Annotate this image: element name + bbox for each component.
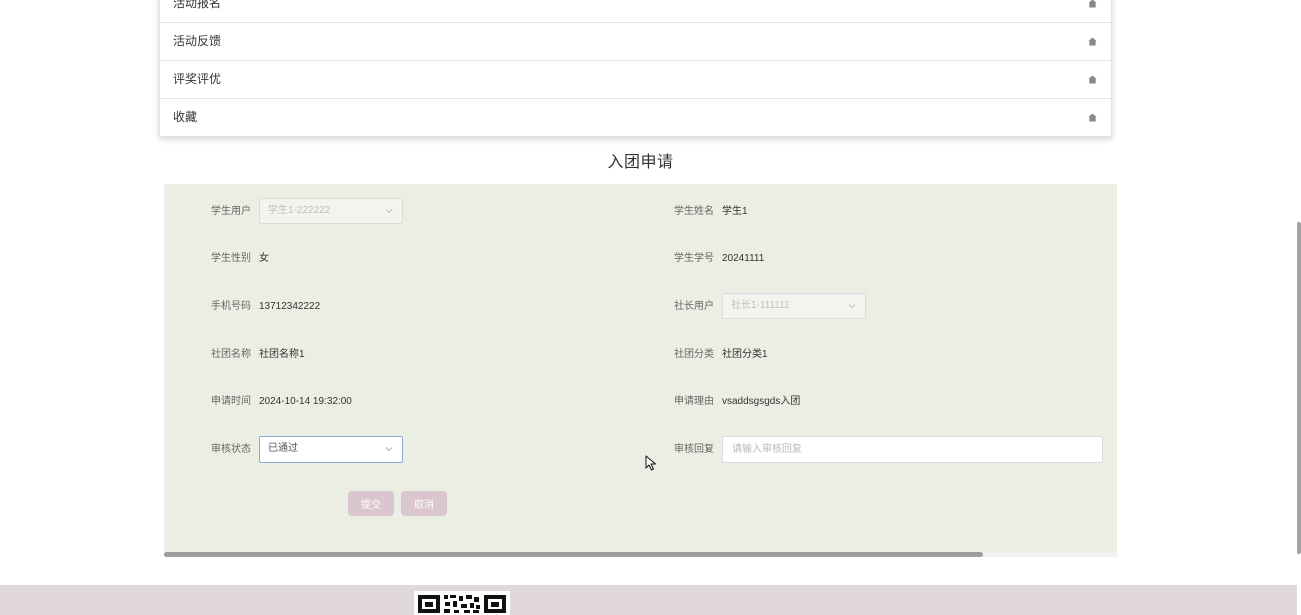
student-gender-field: 学生性别 女	[211, 245, 269, 273]
cancel-button[interactable]: 取消	[401, 491, 447, 516]
field-label: 社团名称	[211, 349, 251, 360]
student-id-field: 学生学号 20241111	[674, 245, 765, 273]
footer	[0, 585, 1297, 615]
submit-button[interactable]: 提交	[348, 491, 394, 516]
menu-item-favorites[interactable]: 收藏	[160, 99, 1111, 136]
chevron-down-icon	[848, 304, 856, 309]
field-label: 申请时间	[211, 396, 251, 407]
student-user-select[interactable]: 学生1-222222	[259, 198, 403, 224]
field-label: 申请理由	[674, 396, 714, 407]
club-category-value: 社团分类1	[722, 349, 768, 360]
club-category-field: 社团分类 社团分类1	[674, 341, 768, 369]
student-name-value: 学生1	[722, 206, 748, 217]
home-icon	[1088, 37, 1097, 46]
phone-field: 手机号码 13712342222	[211, 293, 321, 321]
apply-time-value: 2024-10-14 19:32:00	[259, 396, 352, 407]
menu-list: 活动报名 活动反馈 评奖评优 收藏	[159, 0, 1112, 137]
menu-item-activity-feedback[interactable]: 活动反馈	[160, 23, 1111, 61]
horizontal-scrollbar[interactable]	[164, 552, 1117, 557]
menu-item-activity-signup[interactable]: 活动报名	[160, 0, 1111, 23]
apply-reason-value: vsaddsgsgds入团	[722, 396, 801, 407]
field-label: 学生性别	[211, 253, 251, 264]
menu-item-awards[interactable]: 评奖评优	[160, 61, 1111, 99]
field-label: 社长用户	[674, 301, 714, 312]
leader-user-select[interactable]: 社长1-111111	[722, 293, 866, 319]
application-form: 学生用户 学生1-222222 学生姓名 学生1 学生性别 女 学生学号 202…	[164, 184, 1117, 552]
select-value: 社长1-111111	[731, 300, 790, 311]
menu-item-label: 收藏	[173, 110, 198, 124]
review-status-select[interactable]: 已通过	[259, 436, 403, 463]
phone-value: 13712342222	[259, 301, 321, 312]
vertical-scrollbar-thumb[interactable]	[1297, 222, 1301, 554]
student-name-field: 学生姓名 学生1	[674, 198, 748, 226]
field-label: 学生学号	[674, 253, 714, 264]
menu-item-label: 活动报名	[173, 0, 222, 10]
field-label: 审核状态	[211, 444, 251, 455]
field-label: 手机号码	[211, 301, 251, 312]
menu-item-label: 评奖评优	[173, 72, 222, 86]
field-label: 学生用户	[211, 206, 251, 217]
student-gender-value: 女	[259, 253, 269, 264]
apply-time-field: 申请时间 2024-10-14 19:32:00	[211, 388, 352, 416]
menu-item-label: 活动反馈	[173, 34, 222, 48]
qr-code-icon	[414, 591, 510, 615]
club-name-value: 社团名称1	[259, 349, 305, 360]
select-value: 学生1-222222	[268, 205, 331, 216]
mouse-cursor-icon	[645, 455, 656, 471]
student-id-value: 20241111	[722, 253, 765, 264]
field-label: 审核回复	[674, 444, 714, 455]
field-label: 社团分类	[674, 349, 714, 360]
apply-reason-field: 申请理由 vsaddsgsgds入团	[674, 388, 801, 416]
chevron-down-icon	[385, 209, 393, 214]
home-icon	[1088, 0, 1097, 8]
home-icon	[1088, 75, 1097, 84]
field-label: 学生姓名	[674, 206, 714, 217]
select-value: 已通过	[268, 443, 298, 454]
page-title: 入团申请	[607, 154, 674, 171]
chevron-down-icon	[385, 447, 393, 452]
home-icon	[1088, 113, 1097, 122]
review-reply-input[interactable]	[722, 436, 1103, 463]
club-name-field: 社团名称 社团名称1	[211, 341, 305, 369]
horizontal-scrollbar-thumb[interactable]	[164, 552, 983, 557]
